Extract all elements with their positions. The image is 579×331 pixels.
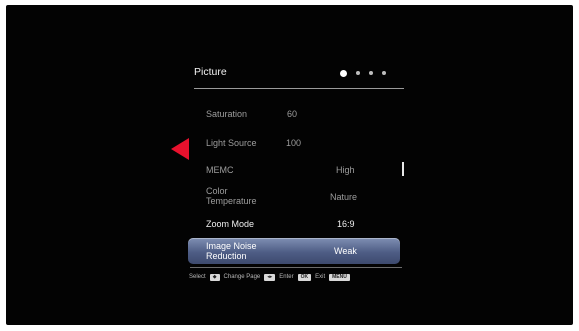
select-key-icon: ◆: [209, 273, 220, 281]
menu-item-image-noise-reduction[interactable]: Image Noise Reduction Weak: [188, 238, 400, 264]
bottom-divider: [190, 267, 402, 268]
hint-change-page-label: Change Page: [223, 274, 261, 280]
title-divider: [194, 88, 404, 89]
menu-item-label: MEMC: [206, 165, 234, 175]
picture-menu: Picture Saturation 60 Light Source 100 M…: [188, 55, 408, 290]
menu-item-value: 16:9: [337, 219, 355, 229]
page-dot-2: [356, 71, 360, 75]
menu-item-value: Nature: [330, 192, 358, 202]
menu-item-label: Zoom Mode: [206, 219, 255, 229]
change-page-key-icon: ◂▸: [264, 273, 276, 281]
page-dot-3: [369, 71, 373, 75]
menu-item-label: Saturation: [206, 109, 248, 119]
menu-item-label: Color Temperature: [206, 186, 257, 206]
menu-item-saturation[interactable]: Saturation 60: [188, 109, 408, 131]
menu-title: Picture: [194, 66, 227, 78]
exit-key-icon: MENU: [329, 273, 350, 281]
scrollbar[interactable]: [402, 162, 404, 176]
hint-bar: Select ◆ Change Page ◂▸ Enter OK Exit ME…: [189, 272, 350, 282]
menu-item-color-temperature[interactable]: Color Temperature Nature: [188, 186, 408, 212]
hint-select-label: Select: [189, 274, 206, 280]
menu-item-value: 100: [286, 138, 302, 148]
menu-item-label: Image Noise Reduction: [206, 241, 257, 261]
menu-item-value: High: [336, 165, 355, 175]
left-arrow-icon[interactable]: [171, 138, 189, 160]
menu-item-label: Light Source: [206, 138, 257, 148]
menu-item-memc[interactable]: MEMC High: [188, 165, 408, 187]
hint-exit-label: Exit: [315, 274, 326, 280]
page-dot-1: [340, 69, 347, 77]
enter-key-icon: OK: [297, 273, 312, 281]
menu-item-light-source[interactable]: Light Source 100: [188, 138, 408, 160]
hint-enter-label: Enter: [279, 274, 294, 280]
menu-item-value: Weak: [334, 246, 357, 256]
menu-item-value: 60: [287, 109, 298, 119]
page-indicator: [340, 69, 386, 77]
page-dot-4: [382, 71, 386, 75]
